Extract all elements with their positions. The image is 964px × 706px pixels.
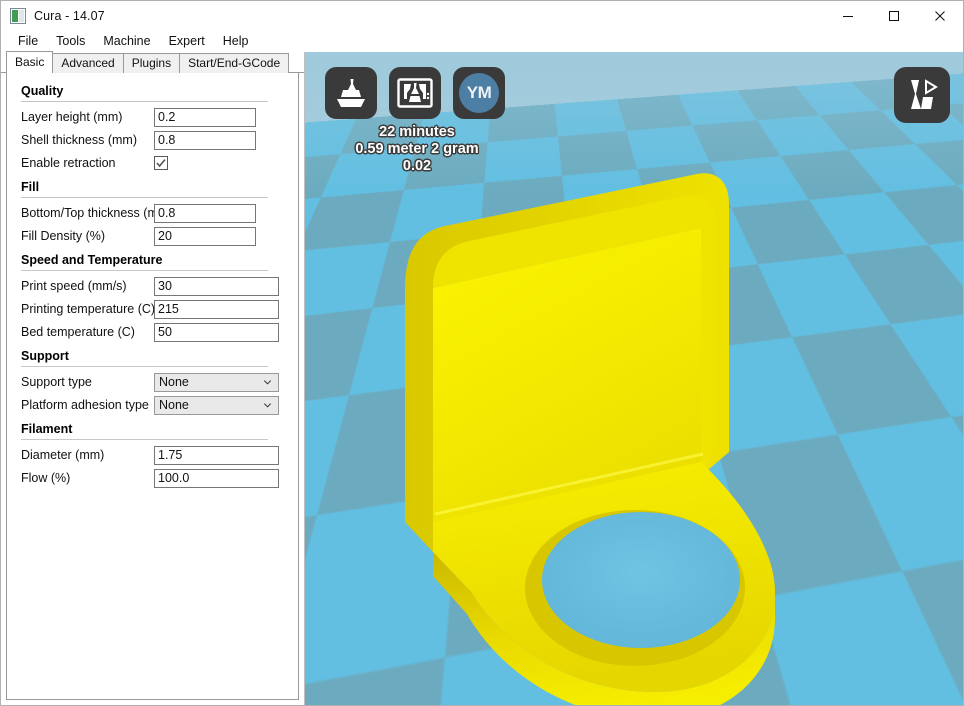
menu-expert[interactable]: Expert: [160, 33, 214, 50]
youmagine-icon: YM: [459, 73, 499, 113]
tab-basic[interactable]: Basic: [6, 51, 53, 73]
tab-advanced[interactable]: Advanced: [52, 53, 123, 73]
dropdown-support-type-value: None: [159, 375, 189, 389]
title-bar: Cura - 14.07: [1, 1, 963, 31]
setting-row-flow: Flow (%): [7, 467, 298, 489]
menu-bar: File Tools Machine Expert Help: [1, 31, 963, 52]
group-title-fill: Fill: [7, 175, 298, 196]
settings-form: Quality Layer height (mm) Shell thicknes…: [6, 73, 299, 700]
label-bottom-top-thickness: Bottom/Top thickness (mm): [21, 206, 154, 220]
input-diameter[interactable]: [154, 446, 279, 465]
label-shell-thickness: Shell thickness (mm): [21, 133, 154, 147]
group-divider: [21, 270, 268, 271]
checkbox-enable-retraction[interactable]: [154, 156, 168, 170]
input-fill-density[interactable]: [154, 227, 256, 246]
group-divider: [21, 197, 268, 198]
setting-row-support-type: Support type None: [7, 371, 298, 393]
label-fill-density: Fill Density (%): [21, 229, 154, 243]
label-platform-adhesion-type: Platform adhesion type: [21, 398, 154, 412]
tab-plugins[interactable]: Plugins: [123, 53, 180, 73]
rotate-view-icon: [903, 77, 941, 113]
label-flow: Flow (%): [21, 471, 154, 485]
setting-row-bed-temperature: Bed temperature (C): [7, 321, 298, 343]
close-icon: [934, 10, 946, 22]
tab-start-end-gcode[interactable]: Start/End-GCode: [179, 53, 289, 73]
setting-row-print-speed: Print speed (mm/s): [7, 275, 298, 297]
checkmark-icon: [156, 158, 166, 168]
dropdown-platform-adhesion-type-value: None: [159, 398, 189, 412]
print-cost: 0.02: [319, 158, 515, 175]
group-title-speed-temperature: Speed and Temperature: [7, 248, 298, 269]
print-material: 0.59 meter 2 gram: [319, 141, 515, 158]
menu-tools[interactable]: Tools: [47, 33, 94, 50]
label-enable-retraction: Enable retraction: [21, 156, 154, 170]
input-shell-thickness[interactable]: [154, 131, 256, 150]
setting-row-printing-temperature: Printing temperature (C): [7, 298, 298, 320]
setting-row-platform-adhesion-type: Platform adhesion type None: [7, 394, 298, 416]
group-divider: [21, 439, 268, 440]
youmagine-label: YM: [467, 83, 492, 103]
group-title-filament: Filament: [7, 417, 298, 438]
cura-main-window: Cura - 14.07 File Tools Mac: [0, 0, 964, 706]
label-support-type: Support type: [21, 375, 154, 389]
menu-machine[interactable]: Machine: [94, 33, 159, 50]
load-model-icon: [334, 77, 368, 109]
dropdown-support-type[interactable]: None: [154, 373, 279, 392]
group-title-support: Support: [7, 344, 298, 365]
settings-tabs: Basic Advanced Plugins Start/End-GCode: [1, 52, 304, 73]
chevron-down-icon: [263, 378, 272, 387]
input-bed-temperature[interactable]: [154, 323, 279, 342]
printer-icon: [397, 77, 433, 109]
label-layer-height: Layer height (mm): [21, 110, 154, 124]
group-divider: [21, 101, 268, 102]
input-bottom-top-thickness[interactable]: [154, 204, 256, 223]
setting-row-layer-height: Layer height (mm): [7, 106, 298, 128]
input-flow[interactable]: [154, 469, 279, 488]
viewport-toolbar: YM: [325, 67, 505, 119]
input-printing-temperature[interactable]: [154, 300, 279, 319]
label-bed-temperature: Bed temperature (C): [21, 325, 154, 339]
dropdown-platform-adhesion-type[interactable]: None: [154, 396, 279, 415]
minimize-icon: [842, 10, 854, 22]
model-hole-opening: [542, 512, 740, 648]
youmagine-button[interactable]: YM: [453, 67, 505, 119]
chevron-down-icon: [263, 401, 272, 410]
setting-row-fill-density: Fill Density (%): [7, 225, 298, 247]
setting-row-bottom-top-thickness: Bottom/Top thickness (mm): [7, 202, 298, 224]
group-title-quality: Quality: [7, 79, 298, 100]
window-title: Cura - 14.07: [34, 9, 105, 23]
print-time: 22 minutes: [319, 124, 515, 141]
menu-file[interactable]: File: [9, 33, 47, 50]
load-model-button[interactable]: [325, 67, 377, 119]
view-mode-button[interactable]: [894, 67, 950, 123]
cura-logo-icon: [10, 8, 26, 24]
input-layer-height[interactable]: [154, 108, 256, 127]
close-button[interactable]: [917, 1, 963, 31]
settings-panel: Basic Advanced Plugins Start/End-GCode Q…: [1, 52, 304, 705]
print-statistics: 22 minutes 0.59 meter 2 gram 0.02: [319, 124, 515, 175]
maximize-icon: [888, 10, 900, 22]
setting-row-enable-retraction: Enable retraction: [7, 152, 298, 174]
main-content: Basic Advanced Plugins Start/End-GCode Q…: [1, 52, 963, 705]
window-controls: [825, 1, 963, 31]
label-print-speed: Print speed (mm/s): [21, 279, 154, 293]
group-divider: [21, 366, 268, 367]
label-printing-temperature: Printing temperature (C): [21, 302, 154, 316]
maximize-button[interactable]: [871, 1, 917, 31]
input-print-speed[interactable]: [154, 277, 279, 296]
menu-help[interactable]: Help: [214, 33, 258, 50]
3d-viewport[interactable]: YM 22 minutes 0.59 meter 2 gram 0.02: [305, 52, 963, 705]
setting-row-diameter: Diameter (mm): [7, 444, 298, 466]
label-diameter: Diameter (mm): [21, 448, 154, 462]
minimize-button[interactable]: [825, 1, 871, 31]
print-button[interactable]: [389, 67, 441, 119]
setting-row-shell-thickness: Shell thickness (mm): [7, 129, 298, 151]
